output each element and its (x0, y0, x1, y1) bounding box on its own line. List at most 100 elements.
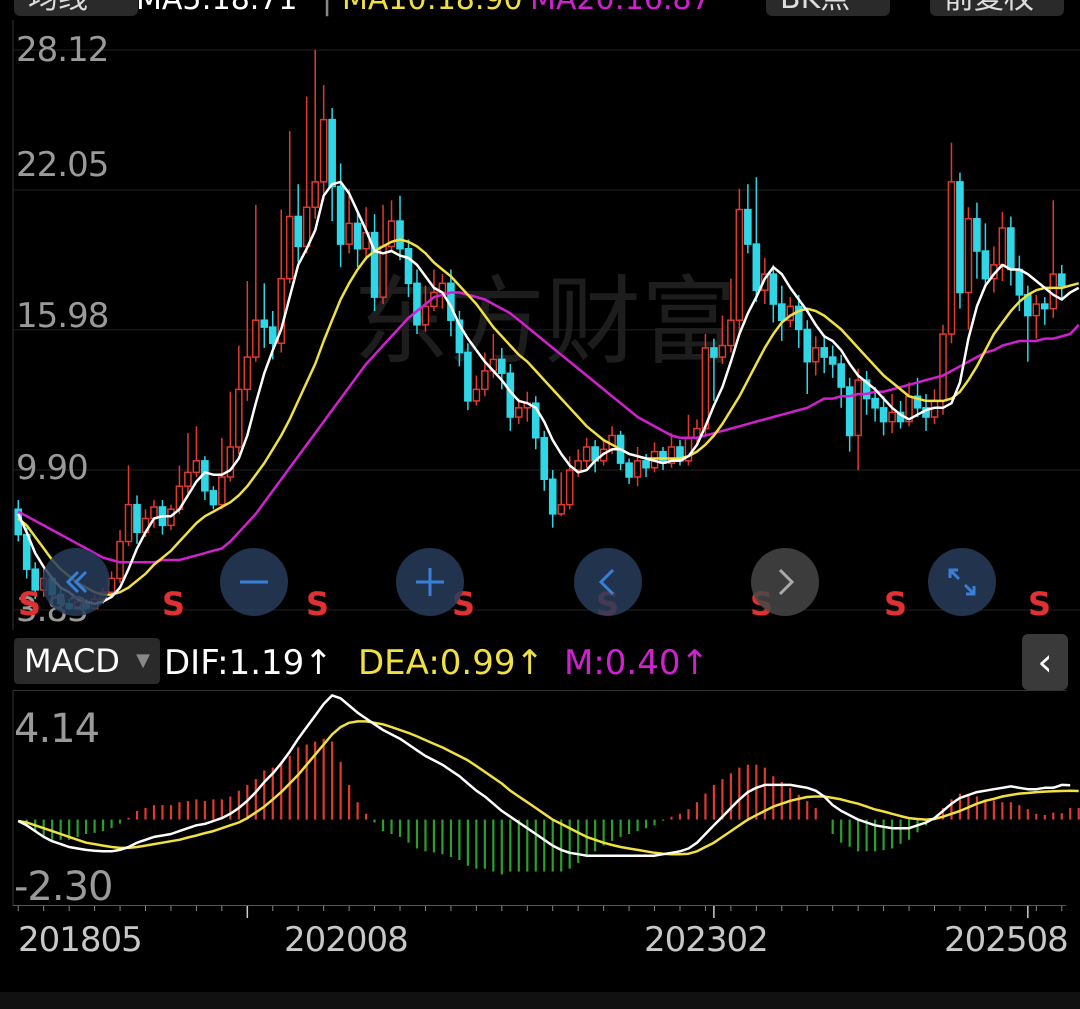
candle-body (328, 118, 336, 188)
candle-body (998, 227, 1007, 266)
candle-body (828, 356, 837, 365)
candle-body (421, 305, 430, 326)
ma20-readout: MA20:16.87 (530, 0, 711, 17)
chart-type-selector[interactable]: BK点 (766, 0, 890, 16)
candle (854, 368, 862, 471)
candle-body (116, 540, 124, 580)
candle (828, 345, 837, 378)
candle (201, 456, 209, 501)
candle (370, 214, 379, 311)
m-readout: M:0.40↑ (564, 643, 709, 683)
candle-body (854, 379, 862, 437)
candle-body (396, 220, 404, 250)
candle (1007, 216, 1015, 286)
candle-body (956, 181, 964, 294)
dif-readout: DIF:1.19↑ (164, 643, 333, 683)
macd-label-high: 4.14 (14, 706, 100, 752)
main-chart[interactable]: 东方财富 (0, 20, 1080, 650)
candle-body (625, 462, 633, 478)
candle-body (718, 344, 727, 358)
candle (633, 447, 642, 487)
candle-body (811, 347, 820, 363)
next-button[interactable] (751, 548, 819, 616)
candle-body (735, 208, 744, 321)
candle-body (981, 250, 990, 280)
zoom-out-button[interactable] (220, 548, 288, 616)
period-selector[interactable]: 均线 (14, 0, 138, 16)
candle-body (133, 503, 141, 534)
candle-body (1007, 227, 1015, 271)
indicator-selector-label: MACD (24, 642, 120, 680)
candle-body (565, 469, 574, 506)
candle-body (540, 437, 549, 481)
macd-chart[interactable] (0, 690, 1080, 910)
bottom-strip (0, 992, 1080, 1009)
adjust-selector[interactable]: 前复权 (930, 0, 1064, 16)
candle (336, 163, 345, 268)
candle (523, 391, 532, 422)
candle (1032, 294, 1041, 339)
indicator-header: 均线 MA5:18.71 | MA10:18.90 MA20:16.87 BK点… (0, 0, 1080, 20)
next-icon (778, 568, 795, 596)
candle (752, 177, 761, 302)
sell-marker: S (18, 585, 42, 623)
candle (845, 377, 854, 452)
ma5-readout: MA5:18.71 (136, 0, 297, 17)
candle-body (251, 319, 260, 358)
ma5-line (17, 180, 1080, 606)
candle (888, 393, 896, 434)
candle-body (370, 231, 379, 298)
candle (1040, 297, 1049, 325)
separator: | (322, 0, 332, 17)
candle-body (769, 273, 778, 305)
candle-body (1015, 268, 1024, 296)
collapse-icon: ‹ (1037, 640, 1053, 684)
candle (803, 320, 812, 394)
price-label-3: 15.98 (16, 296, 109, 336)
candle (251, 204, 260, 362)
candle-body (311, 181, 319, 208)
candle (506, 364, 515, 431)
date-label-1: 201805 (18, 920, 143, 960)
candle (964, 207, 973, 330)
candle (328, 108, 336, 222)
price-label-high: 28.12 (16, 30, 109, 70)
candle-body (260, 319, 269, 328)
candle-body (582, 446, 591, 462)
candle (956, 172, 964, 309)
candle (464, 343, 472, 411)
candle-body (803, 328, 812, 363)
sell-marker: S (1028, 585, 1052, 623)
candle (557, 472, 566, 517)
candle-body (701, 347, 710, 430)
prev-button[interactable] (574, 548, 642, 616)
fullscreen-button[interactable] (928, 548, 996, 616)
dea-readout: DEA:0.99↑ (358, 643, 544, 683)
candle (294, 184, 303, 263)
candle-body (1057, 273, 1066, 287)
candle (124, 465, 133, 547)
candle-body (964, 218, 973, 294)
candle (302, 96, 311, 254)
candle-body (302, 206, 311, 248)
candle-body (1049, 273, 1058, 310)
candle (947, 142, 956, 344)
candle (1049, 200, 1058, 318)
candle (260, 283, 269, 348)
candle (319, 85, 328, 201)
candle (531, 396, 540, 450)
candle-body (727, 319, 735, 347)
candle (811, 336, 820, 376)
candle (192, 426, 201, 477)
back-button[interactable] (42, 548, 110, 616)
candle-body (973, 218, 981, 252)
zoom-in-button[interactable] (396, 548, 464, 616)
candle-body (710, 347, 718, 358)
candle-body (464, 351, 472, 402)
indicator-selector[interactable]: MACD ▼ (14, 638, 160, 684)
candle (1057, 264, 1066, 300)
macd-header: MACD ▼ DIF:1.19↑ DEA:0.99↑ M:0.40↑ ‹ (0, 634, 1080, 690)
candle-body (744, 208, 752, 245)
candle-body (319, 118, 328, 183)
collapse-button[interactable]: ‹ (1022, 634, 1068, 690)
